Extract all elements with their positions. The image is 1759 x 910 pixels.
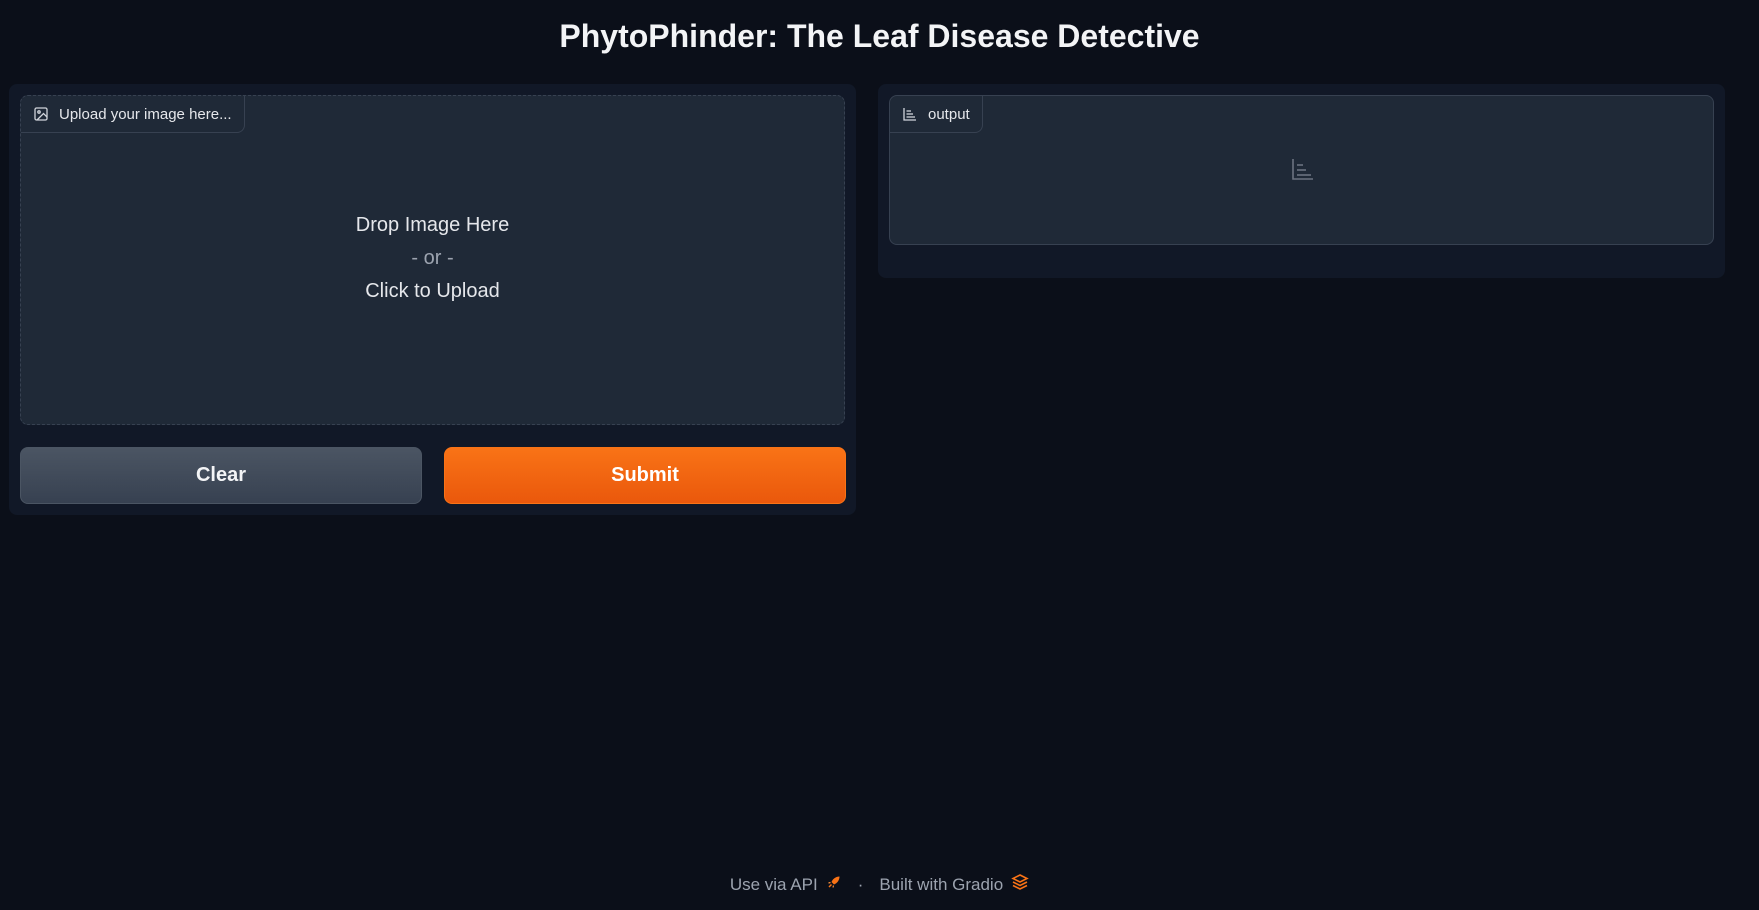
input-panel: Upload your image here... Drop Image Her…: [9, 84, 856, 515]
image-icon: [33, 106, 49, 122]
image-upload-dropzone[interactable]: Upload your image here... Drop Image Her…: [20, 95, 845, 425]
page-title: PhytoPhinder: The Leaf Disease Detective: [559, 18, 1200, 54]
output-label: output: [890, 96, 983, 133]
built-with-gradio-text: Built with Gradio: [879, 874, 1004, 894]
rocket-icon: [826, 874, 842, 895]
footer-separator: ·: [857, 874, 864, 894]
output-label-component: output: [889, 95, 1714, 245]
built-with-gradio-link[interactable]: Built with Gradio: [879, 873, 1029, 896]
footer: Use via API · Built with Gradio: [0, 873, 1759, 896]
click-to-upload-text: Click to Upload: [365, 280, 500, 302]
bar-chart-icon: [902, 106, 918, 122]
submit-button[interactable]: Submit: [444, 447, 846, 504]
image-input-label: Upload your image here...: [21, 96, 245, 133]
empty-output-bar-chart-icon: [1290, 156, 1316, 182]
use-via-api-text: Use via API: [729, 874, 818, 894]
clear-button[interactable]: Clear: [20, 447, 422, 504]
output-panel: output: [878, 84, 1725, 278]
drop-image-text: Drop Image Here: [355, 214, 510, 236]
image-input-label-text: Upload your image here...: [59, 105, 232, 123]
use-via-api-link[interactable]: Use via API: [730, 874, 842, 895]
output-label-text: output: [928, 105, 970, 123]
gradio-logo-icon: [1011, 873, 1029, 896]
app-root: PhytoPhinder: The Leaf Disease Detective…: [0, 0, 1759, 910]
drop-or-text: - or -: [411, 247, 454, 269]
